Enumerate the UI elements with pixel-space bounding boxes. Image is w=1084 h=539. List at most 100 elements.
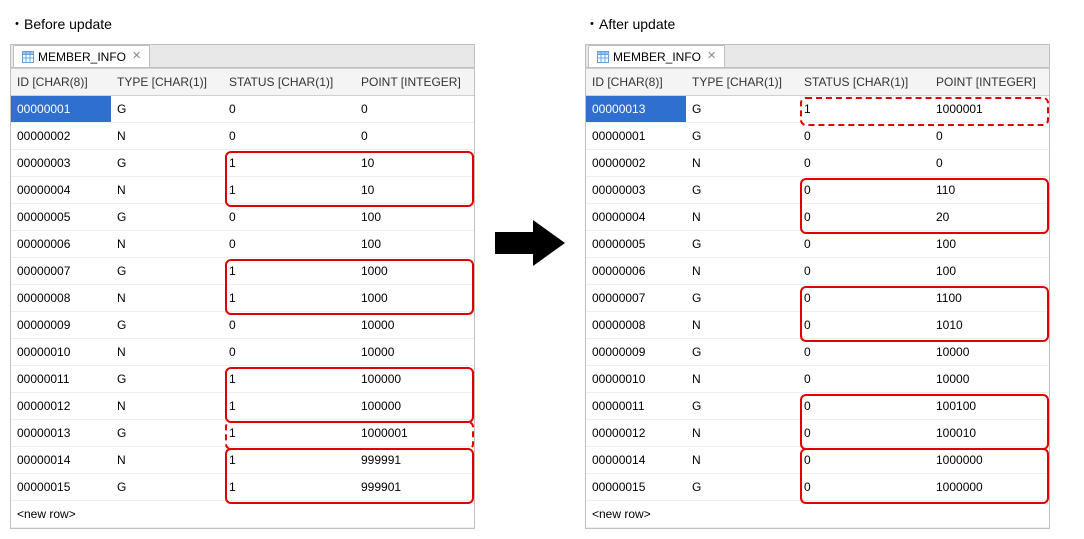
table-row[interactable]: 00000012N1100000 <box>11 393 474 420</box>
cell-type[interactable]: N <box>111 285 223 312</box>
cell-type[interactable]: G <box>686 393 798 420</box>
cell-status[interactable]: 1 <box>223 258 355 285</box>
cell-status[interactable]: 1 <box>223 393 355 420</box>
close-icon[interactable]: ✕ <box>705 51 716 62</box>
cell-id[interactable]: 00000010 <box>586 366 686 393</box>
cell-status[interactable]: 0 <box>798 420 930 447</box>
cell-status[interactable]: 1 <box>223 474 355 501</box>
cell-id[interactable]: 00000005 <box>11 204 111 231</box>
cell-point[interactable]: 10000 <box>355 312 474 339</box>
cell-id[interactable]: 00000011 <box>11 366 111 393</box>
cell-point[interactable]: 1000 <box>355 258 474 285</box>
cell-id[interactable]: 00000006 <box>11 231 111 258</box>
table-row[interactable]: 00000002N00 <box>586 150 1049 177</box>
cell-type[interactable]: N <box>111 177 223 204</box>
cell-type[interactable]: G <box>686 177 798 204</box>
cell-id[interactable]: 00000014 <box>586 447 686 474</box>
cell-status[interactable]: 0 <box>223 231 355 258</box>
close-icon[interactable]: ✕ <box>130 51 141 62</box>
table-row[interactable]: 00000008N01010 <box>586 312 1049 339</box>
cell-type[interactable]: N <box>111 393 223 420</box>
cell-id[interactable]: 00000014 <box>11 447 111 474</box>
cell-point[interactable]: 0 <box>930 123 1049 150</box>
cell-status[interactable]: 1 <box>223 447 355 474</box>
cell-status[interactable]: 0 <box>798 393 930 420</box>
cell-point[interactable]: 100010 <box>930 420 1049 447</box>
cell-empty[interactable] <box>798 501 930 528</box>
cell-id[interactable]: 00000013 <box>586 96 686 123</box>
cell-id[interactable]: 00000005 <box>586 231 686 258</box>
cell-status[interactable]: 0 <box>798 339 930 366</box>
table-row[interactable]: 00000001G00 <box>586 123 1049 150</box>
cell-status[interactable]: 0 <box>798 285 930 312</box>
table-row[interactable]: 00000003G0110 <box>586 177 1049 204</box>
cell-point[interactable]: 100 <box>930 258 1049 285</box>
cell-status[interactable]: 0 <box>798 474 930 501</box>
cell-type[interactable]: N <box>111 123 223 150</box>
table-row[interactable]: 00000015G1999901 <box>11 474 474 501</box>
cell-empty[interactable] <box>111 501 223 528</box>
cell-point[interactable]: 0 <box>930 150 1049 177</box>
cell-id[interactable]: 00000008 <box>11 285 111 312</box>
cell-id[interactable]: 00000001 <box>586 123 686 150</box>
cell-id[interactable]: 00000012 <box>11 393 111 420</box>
cell-type[interactable]: G <box>111 150 223 177</box>
cell-point[interactable]: 10 <box>355 177 474 204</box>
col-header-status[interactable]: STATUS [CHAR(1)] <box>798 69 930 96</box>
cell-type[interactable]: N <box>686 312 798 339</box>
cell-status[interactable]: 1 <box>223 366 355 393</box>
cell-id[interactable]: 00000013 <box>11 420 111 447</box>
cell-point[interactable]: 0 <box>355 123 474 150</box>
table-row[interactable]: 00000009G010000 <box>11 312 474 339</box>
col-header-point[interactable]: POINT [INTEGER] <box>930 69 1049 96</box>
cell-point[interactable]: 0 <box>355 96 474 123</box>
cell-empty[interactable] <box>355 501 474 528</box>
table-row[interactable]: 00000014N1999991 <box>11 447 474 474</box>
col-header-status[interactable]: STATUS [CHAR(1)] <box>223 69 355 96</box>
cell-point[interactable]: 1000 <box>355 285 474 312</box>
cell-type[interactable]: G <box>686 231 798 258</box>
cell-id[interactable]: 00000001 <box>11 96 111 123</box>
table-row[interactable]: 00000015G01000000 <box>586 474 1049 501</box>
table-row[interactable]: 00000012N0100010 <box>586 420 1049 447</box>
cell-type[interactable]: N <box>686 258 798 285</box>
table-row[interactable]: 00000013G11000001 <box>11 420 474 447</box>
cell-type[interactable]: G <box>686 474 798 501</box>
cell-id[interactable]: 00000007 <box>11 258 111 285</box>
cell-type[interactable]: G <box>686 96 798 123</box>
cell-point[interactable]: 10000 <box>930 366 1049 393</box>
cell-type[interactable]: G <box>686 285 798 312</box>
cell-id[interactable]: 00000002 <box>11 123 111 150</box>
cell-point[interactable]: 110 <box>930 177 1049 204</box>
col-header-id[interactable]: ID [CHAR(8)] <box>11 69 111 96</box>
cell-id[interactable]: 00000015 <box>11 474 111 501</box>
cell-point[interactable]: 100 <box>930 231 1049 258</box>
table-row[interactable]: 00000005G0100 <box>586 231 1049 258</box>
cell-point[interactable]: 999901 <box>355 474 474 501</box>
cell-empty[interactable] <box>223 501 355 528</box>
cell-status[interactable]: 1 <box>798 96 930 123</box>
table-row[interactable]: 00000002N00 <box>11 123 474 150</box>
cell-status[interactable]: 0 <box>798 366 930 393</box>
cell-point[interactable]: 100100 <box>930 393 1049 420</box>
cell-id[interactable]: 00000009 <box>586 339 686 366</box>
col-header-point[interactable]: POINT [INTEGER] <box>355 69 474 96</box>
table-row[interactable]: 00000004N020 <box>586 204 1049 231</box>
cell-status[interactable]: 0 <box>223 339 355 366</box>
cell-status[interactable]: 0 <box>223 204 355 231</box>
cell-type[interactable]: G <box>111 420 223 447</box>
cell-type[interactable]: N <box>111 231 223 258</box>
cell-type[interactable]: G <box>686 339 798 366</box>
cell-id[interactable]: 00000004 <box>586 204 686 231</box>
cell-point[interactable]: 10000 <box>355 339 474 366</box>
cell-status[interactable]: 0 <box>798 258 930 285</box>
cell-status[interactable]: 0 <box>798 312 930 339</box>
cell-type[interactable]: N <box>111 447 223 474</box>
cell-status[interactable]: 0 <box>223 96 355 123</box>
cell-point[interactable]: 100000 <box>355 366 474 393</box>
table-row[interactable]: 00000011G1100000 <box>11 366 474 393</box>
cell-point[interactable]: 999991 <box>355 447 474 474</box>
cell-point[interactable]: 100 <box>355 204 474 231</box>
cell-type[interactable]: N <box>686 447 798 474</box>
col-header-id[interactable]: ID [CHAR(8)] <box>586 69 686 96</box>
